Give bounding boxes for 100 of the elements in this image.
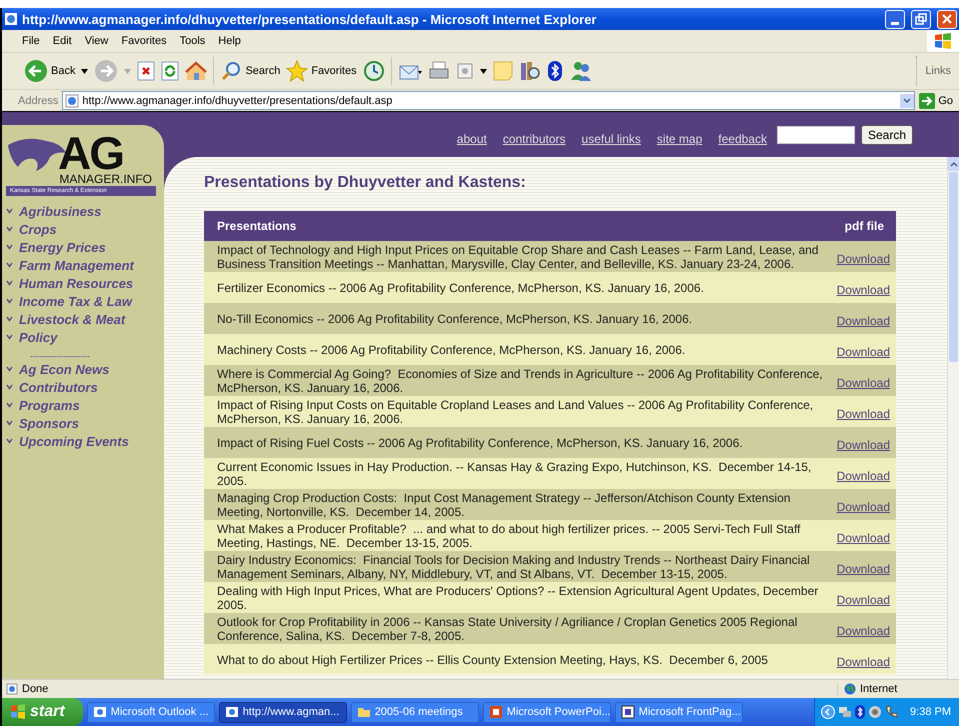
chevron-icon (6, 244, 13, 250)
top-link[interactable]: site map (656, 132, 702, 146)
restore-button[interactable] (911, 10, 931, 28)
app-icon (224, 705, 239, 719)
presentation-title: Fertilizer Economics -- 2006 Ag Profitability Conference, McPherson, KS. January 16, 2006. (217, 280, 704, 294)
taskbar-button[interactable]: http://www.agman... (218, 702, 347, 722)
nav-link[interactable]: Farm Management (19, 258, 134, 272)
nav-link[interactable]: Ag Econ News (19, 362, 110, 376)
menu-item[interactable]: Favorites (121, 35, 167, 47)
app-icon (356, 705, 371, 719)
menu-item[interactable]: Tools (180, 35, 206, 47)
column-header: Presentations (204, 211, 832, 241)
app-icon (488, 705, 503, 719)
search-icon (220, 60, 242, 82)
top-link[interactable]: useful links (582, 132, 641, 146)
chevron-icon (6, 226, 13, 232)
menu-item[interactable]: View (84, 35, 108, 47)
chevron-icon (6, 316, 13, 322)
close-button[interactable] (937, 10, 957, 28)
presentation-title: What Makes a Producer Profitable? ... and what to do about high fertilizer prices. -- 2005 Servi-Tech Full Staff Meeting, Hastings, NE. December 13-15, 2005. (217, 522, 802, 550)
presentation-title: Dealing with High Input Prices, What are Producers' Options? -- Extension Agricultural Agent Updates, December 2005. (217, 584, 820, 612)
nav-link[interactable]: Agribusiness (19, 204, 102, 218)
scrollbar[interactable] (947, 157, 959, 679)
minimize-button[interactable] (885, 10, 905, 28)
address-label: Address (18, 94, 58, 106)
chevron-left-icon[interactable] (821, 705, 836, 719)
restore-icon (913, 11, 929, 27)
favorites-button[interactable]: Favorites (286, 60, 357, 82)
dropdown-icon[interactable] (900, 94, 914, 108)
top-link[interactable]: feedback (718, 132, 767, 146)
taskbar-button[interactable]: Microsoft PowerPoi... (482, 702, 611, 722)
chevron-icon (6, 280, 13, 286)
search-button[interactable]: Search (860, 124, 913, 144)
menu-item[interactable]: Help (218, 35, 241, 47)
menu-item[interactable]: Edit (52, 35, 72, 47)
nav-link[interactable]: Policy (19, 330, 58, 344)
presentation-title: Managing Crop Production Costs: Input Cost Management Strategy -- Jefferson/Atchison County Extension Meeting, Nortonville, KS. December 14, 2005. (217, 490, 792, 518)
taskbar-button[interactable]: Microsoft Outlook ... (86, 702, 215, 722)
stop-icon[interactable] (137, 61, 156, 81)
nav-link[interactable]: Sponsors (19, 416, 79, 430)
windows-flag-icon (10, 704, 26, 720)
chevron-icon (6, 262, 13, 268)
presentation-title: What to do about High Fertilizer Prices -- Ellis County Extension Meeting, Hays, KS. December 6, 2005 (217, 652, 768, 666)
address-field[interactable]: http://www.agmanager.info/dhuyvetter/presentations/default.asp (62, 91, 916, 110)
search-button[interactable]: Search (220, 60, 280, 82)
phone-icon[interactable] (885, 705, 900, 719)
presentation-title: Impact of Rising Fuel Costs -- 2006 Ag Profitability Conference, McPherson, KS. January 16, 2006. (217, 436, 743, 450)
links-button[interactable]: Links (916, 56, 959, 86)
taskbar-button[interactable]: Microsoft FrontPag... (614, 702, 743, 722)
clock: 9:38 PM (910, 706, 951, 718)
refresh-icon[interactable] (161, 61, 180, 81)
top-link[interactable]: contributors (502, 132, 566, 146)
page-icon (65, 94, 80, 108)
start-button[interactable]: start (2, 698, 83, 726)
page-icon (4, 12, 18, 26)
arrow-icon (919, 92, 936, 108)
chevron-icon (6, 438, 13, 444)
search-field[interactable] (776, 126, 855, 144)
presentation-title: Outlook for Crop Profitability in 2006 -- Kansas State University / Agriliance / Croplan Genetics 2005 Regional Conference, Salina, KS. December 7-8, 2005. (217, 614, 798, 642)
chevron-icon (6, 208, 13, 214)
chevron-icon (6, 420, 13, 426)
globe-icon (844, 683, 856, 695)
top-link[interactable]: about (456, 132, 487, 146)
presentation-title: Machinery Costs -- 2006 Ag Profitability Conference, McPherson, KS. January 16, 2006. (217, 342, 686, 356)
taskbar-button[interactable]: 2005-06 meetings (350, 702, 479, 722)
status-text: Done (22, 683, 48, 695)
books-icon[interactable] (518, 60, 541, 82)
back-button[interactable]: Back (24, 59, 76, 83)
windows-flag-icon (933, 32, 953, 50)
nav-link[interactable]: Upcoming Events (19, 434, 129, 448)
chevron-icon (6, 334, 13, 340)
bluetooth-icon[interactable] (546, 60, 563, 82)
minimize-icon (891, 22, 899, 24)
nav-link[interactable]: Human Resources (19, 276, 134, 290)
home-icon[interactable] (185, 60, 208, 82)
go-button[interactable]: Go (919, 92, 953, 108)
column-header: pdf file (832, 211, 896, 241)
zone-text: Internet (860, 683, 898, 695)
window-title: http://www.agmanager.info/dhuyvetter/presentations/default.asp - Microsoft Internet Explorer (22, 12, 598, 26)
star-icon (286, 60, 308, 82)
nav-link[interactable]: Income Tax & Law (19, 294, 132, 308)
page-icon (6, 683, 18, 695)
history-icon[interactable] (362, 60, 385, 82)
caret-icon[interactable] (81, 68, 88, 74)
menu-item[interactable]: File (22, 35, 40, 47)
nav-link[interactable]: Contributors (19, 380, 98, 394)
separator-text: -------------------- (30, 350, 91, 360)
nav-link[interactable]: Livestock & Meat (19, 312, 126, 326)
nav-link[interactable]: Programs (19, 398, 80, 412)
presentation-title: Current Economic Issues in Hay Production. -- Kansas Hay & Grazing Expo, Hutchinson, KS. December 14-15, 2005. (217, 460, 812, 488)
presentation-title: Impact of Technology and High Input Prices on Equitable Crop Share and Cash Leases -- Farm Land, Lease, and Business Transition Meetings -- Manhattan, Marysville, Clay Center, and Belleville, KS. January 23-24, 2006. (217, 242, 820, 270)
nav-link[interactable]: Crops (19, 222, 57, 236)
bluetooth-icon[interactable] (855, 705, 866, 719)
chevron-icon (6, 402, 13, 408)
people-icon[interactable] (568, 60, 593, 82)
caret-icon[interactable] (480, 68, 487, 74)
presentation-title: Where is Commercial Ag Going? Economies of Size and Trends in Agriculture -- 2006 Ag Profitability Conference, McPherson, KS. January 16, 2006. (217, 366, 824, 394)
nav-link[interactable]: Energy Prices (19, 240, 106, 254)
presentation-title: Impact of Rising Input Costs on Equitable Cropland Leases and Land Values -- 2006 Ag Profitability Conference, McPherson, KS. January 16, 2006. (217, 398, 814, 426)
page-heading: Presentations by Dhuyvetter and Kastens: (204, 174, 527, 192)
